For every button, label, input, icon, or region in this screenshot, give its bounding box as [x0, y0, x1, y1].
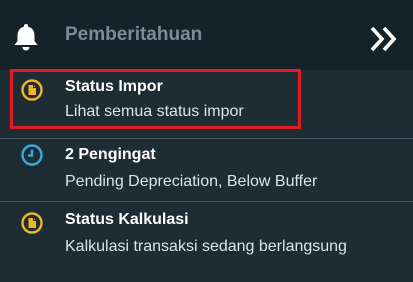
notification-item-reminders[interactable]: 2 Pengingat Pending Depreciation, Below … — [0, 139, 413, 201]
double-chevron-right-icon[interactable] — [368, 25, 400, 53]
document-icon — [21, 212, 43, 234]
clock-icon — [21, 144, 43, 166]
item-subtitle: Kalkulasi transaksi sedang berlangsung — [65, 238, 347, 255]
notification-header: Pemberitahuan — [0, 0, 413, 70]
item-subtitle: Pending Depreciation, Below Buffer — [65, 173, 318, 190]
bell-icon — [14, 24, 38, 51]
highlight-box — [10, 69, 301, 129]
notification-item-calculation-status[interactable]: Status Kalkulasi Kalkulasi transaksi sed… — [0, 202, 413, 282]
header-title: Pemberitahuan — [65, 24, 203, 45]
item-title: Status Kalkulasi — [65, 211, 189, 228]
item-title: 2 Pengingat — [65, 146, 156, 163]
